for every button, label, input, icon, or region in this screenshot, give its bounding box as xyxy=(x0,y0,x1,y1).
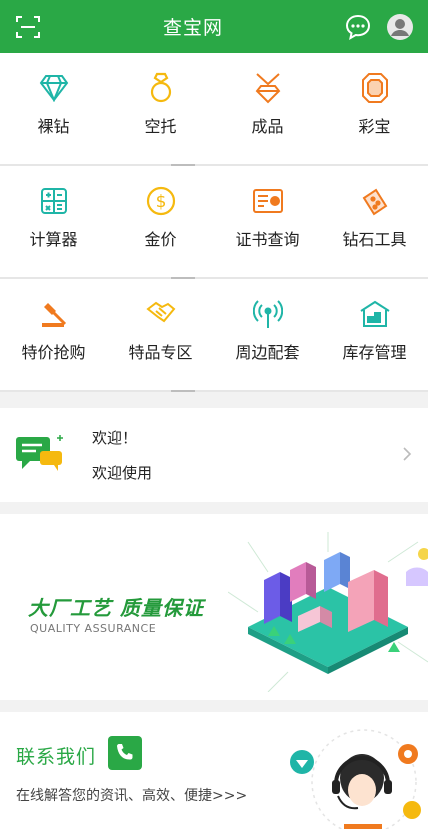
grid-item-label: 空托 xyxy=(144,117,177,136)
broadcast-icon xyxy=(251,297,285,331)
grid-row: 裸钻 空托 成品 彩宝 xyxy=(0,53,428,164)
grid-item-label: 特品专区 xyxy=(128,343,193,362)
pendant-icon xyxy=(251,71,285,105)
certificate-icon xyxy=(251,184,285,218)
grid-item-flash-sale[interactable]: 特价抢购 xyxy=(0,279,107,390)
isometric-city-illustration xyxy=(228,532,428,692)
banner-subline: QUALITY ASSURANCE xyxy=(30,622,157,635)
grid-row: 计算器 $ 金价 证书查询 钻石工具 xyxy=(0,166,428,277)
grid-item-special-zone[interactable]: 特品专区 xyxy=(107,279,214,390)
grid-item-finished[interactable]: 成品 xyxy=(214,53,321,164)
message-icon[interactable] xyxy=(344,13,372,41)
svg-text:$: $ xyxy=(155,192,166,212)
gemstone-icon xyxy=(358,71,392,105)
grid-item-label: 钻石工具 xyxy=(342,230,407,249)
phone-icon xyxy=(108,736,142,770)
app-header: 查宝网 xyxy=(0,0,428,53)
grid-item-label: 金价 xyxy=(144,230,177,249)
contact-subtitle: 在线解答您的资讯、高效、便捷>>> xyxy=(16,788,248,804)
grid-item-label: 证书查询 xyxy=(235,230,300,249)
page-title: 查宝网 xyxy=(162,17,223,39)
banner-headline: 大厂工艺 质量保证 xyxy=(28,596,204,620)
grid-item-loose-diamond[interactable]: 裸钻 xyxy=(0,53,107,164)
welcome-subtitle: 欢迎使用 xyxy=(92,464,153,482)
grid-item-accessories[interactable]: 周边配套 xyxy=(214,279,321,390)
handshake-icon xyxy=(144,297,178,331)
welcome-title: 欢迎！ xyxy=(92,429,138,447)
customer-service-illustration xyxy=(290,729,421,829)
divider xyxy=(0,277,428,279)
user-avatar-icon[interactable] xyxy=(386,13,414,41)
grid-item-certificate[interactable]: 证书查询 xyxy=(214,166,321,277)
ring-icon xyxy=(144,71,178,105)
scan-icon[interactable] xyxy=(14,13,42,41)
grid-item-diamond-tools[interactable]: 钻石工具 xyxy=(321,166,428,277)
feature-grid: 裸钻 空托 成品 彩宝 计算器 $ 金价 证书查询 钻石工具 特价抢购 特品专区… xyxy=(0,53,428,392)
grid-item-gold-price[interactable]: $ 金价 xyxy=(107,166,214,277)
diamond-icon xyxy=(37,71,71,105)
auction-hammer-icon xyxy=(37,297,71,331)
quality-banner[interactable]: 大厂工艺 质量保证 QUALITY ASSURANCE xyxy=(0,514,428,700)
calculator-icon xyxy=(37,184,71,218)
grid-item-label: 彩宝 xyxy=(358,117,391,136)
grid-item-setting[interactable]: 空托 xyxy=(107,53,214,164)
grid-item-colored-gem[interactable]: 彩宝 xyxy=(321,53,428,164)
tools-icon xyxy=(358,184,392,218)
dollar-coin-icon: $ xyxy=(144,184,178,218)
grid-item-label: 特价抢购 xyxy=(21,343,86,362)
grid-item-label: 周边配套 xyxy=(235,343,300,362)
grid-item-label: 裸钻 xyxy=(37,117,70,136)
grid-item-label: 成品 xyxy=(251,117,284,136)
welcome-card[interactable]: 欢迎！ 欢迎使用 xyxy=(0,408,428,502)
grid-item-inventory[interactable]: 库存管理 xyxy=(321,279,428,390)
grid-item-label: 计算器 xyxy=(29,230,78,249)
grid-item-label: 库存管理 xyxy=(342,343,407,362)
chat-bubbles-icon xyxy=(14,431,66,479)
grid-item-calculator[interactable]: 计算器 xyxy=(0,166,107,277)
grid-row: 特价抢购 特品专区 周边配套 库存管理 xyxy=(0,279,428,390)
chevron-right-icon xyxy=(402,446,412,466)
contact-card[interactable]: 联系我们 在线解答您的资讯、高效、便捷>>> xyxy=(0,712,428,829)
contact-title: 联系我们 xyxy=(16,746,97,768)
warehouse-icon xyxy=(358,297,392,331)
divider xyxy=(0,390,428,392)
divider xyxy=(0,164,428,166)
